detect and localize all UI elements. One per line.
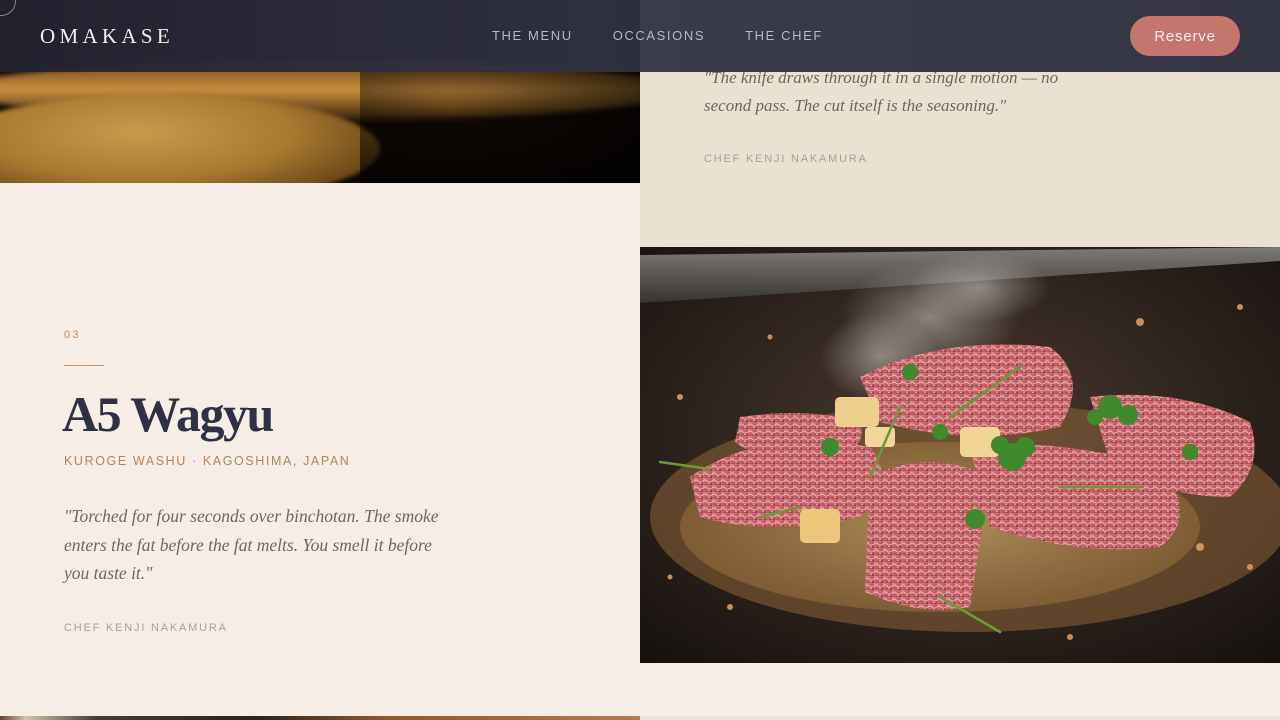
previous-dish-attribution: CHEF KENJI NAKAMURA (704, 153, 868, 165)
nav-link-occasions[interactable]: OCCASIONS (613, 28, 705, 43)
reserve-button[interactable]: Reserve (1130, 16, 1240, 56)
nav-link-the-chef[interactable]: THE CHEF (745, 28, 823, 43)
brand-logo[interactable]: OMAKASE (40, 24, 174, 49)
nav-links: THE MENU OCCASIONS THE CHEF (492, 28, 863, 43)
dish-quote: "Torched for four seconds over binchotan… (64, 506, 439, 583)
nav-link-the-menu[interactable]: THE MENU (492, 28, 573, 43)
dish-attribution: CHEF KENJI NAKAMURA (64, 622, 228, 634)
dish-number: 03 (64, 329, 81, 341)
dish-title: A5 Wagyu (62, 386, 274, 442)
dish-origin: KUROGE WASHU · KAGOSHIMA, JAPAN (64, 454, 351, 468)
next-dish-photo-edge (0, 716, 640, 720)
page: "The knife draws through it in a single … (0, 0, 1280, 720)
section-spacer (640, 663, 1280, 720)
next-dish-panel-edge (640, 716, 1280, 720)
dish-text-column: 03 A5 Wagyu KUROGE WASHU · KAGOSHIMA, JA… (0, 183, 640, 716)
wagyu-photo (640, 247, 1280, 663)
corner-ring-icon (0, 0, 16, 16)
dish-divider (64, 365, 104, 366)
previous-dish-quote: "The knife draws through it in a single … (704, 68, 1059, 115)
top-navigation: OMAKASE THE MENU OCCASIONS THE CHEF Rese… (0, 0, 1280, 72)
